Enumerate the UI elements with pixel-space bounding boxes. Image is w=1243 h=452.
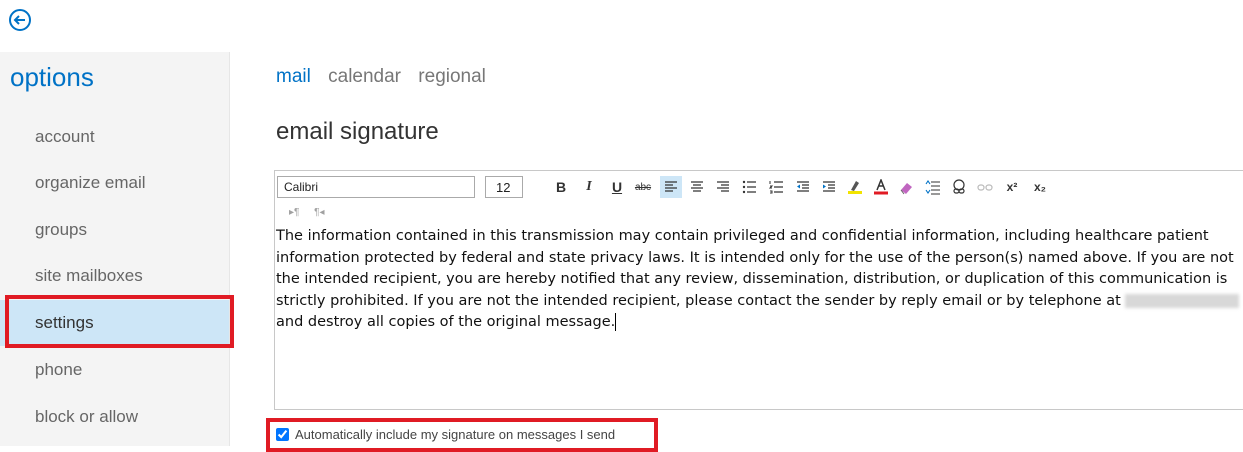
paragraph-spacing-icon[interactable] xyxy=(922,176,944,198)
clear-formatting-icon[interactable] xyxy=(896,176,918,198)
subscript-button[interactable]: x₂ xyxy=(1029,176,1051,198)
sidebar-item-phone[interactable]: phone xyxy=(0,347,229,393)
right-to-left-button[interactable]: ¶◂ xyxy=(314,207,324,218)
sidebar-divider xyxy=(229,52,230,446)
insert-link-icon[interactable] xyxy=(948,176,970,198)
section-title: email signature xyxy=(276,118,439,145)
formatting-toolbar: Calibri 12 B I U abc x² x₂ xyxy=(277,176,1243,200)
remove-link-icon[interactable] xyxy=(974,176,996,198)
numbered-list-icon[interactable] xyxy=(765,176,787,198)
text-caret xyxy=(615,313,617,331)
decrease-indent-icon[interactable] xyxy=(792,176,814,198)
tab-bar: mail calendar regional xyxy=(276,66,498,88)
align-center-icon[interactable] xyxy=(686,176,708,198)
back-arrow-icon[interactable] xyxy=(8,8,32,32)
left-to-right-button[interactable]: ▸¶ xyxy=(289,207,299,218)
highlight-color-icon[interactable] xyxy=(844,176,866,198)
signature-text-area[interactable]: The information contained in this transm… xyxy=(276,226,1243,334)
sidebar-item-settings[interactable]: settings xyxy=(0,300,229,346)
auto-include-label[interactable]: Automatically include my signature on me… xyxy=(295,427,615,442)
bold-button[interactable]: B xyxy=(550,176,572,198)
tab-mail[interactable]: mail xyxy=(276,66,311,88)
superscript-button[interactable]: x² xyxy=(1001,176,1023,198)
auto-include-row: Automatically include my signature on me… xyxy=(276,427,615,442)
sidebar-item-organize-email[interactable]: organize email xyxy=(0,160,229,206)
sidebar-title: options xyxy=(10,62,94,92)
tab-calendar[interactable]: calendar xyxy=(328,66,401,88)
sidebar-item-groups[interactable]: groups xyxy=(0,207,229,253)
font-color-icon[interactable] xyxy=(870,176,892,198)
signature-editor[interactable]: Calibri 12 B I U abc x² x₂ ▸¶ ¶◂ The inf… xyxy=(274,170,1243,410)
strikethrough-button[interactable]: abc xyxy=(632,176,654,198)
italic-button[interactable]: I xyxy=(578,176,600,198)
sidebar-item-block-or-allow[interactable]: block or allow xyxy=(0,394,229,440)
text-direction-row: ▸¶ ¶◂ xyxy=(289,207,337,218)
auto-include-checkbox[interactable] xyxy=(276,428,289,441)
font-size-select[interactable]: 12 xyxy=(485,176,523,198)
align-left-icon[interactable] xyxy=(660,176,682,198)
font-select[interactable]: Calibri xyxy=(277,176,475,198)
redacted-phone-number xyxy=(1125,293,1240,308)
underline-button[interactable]: U xyxy=(606,176,628,198)
bullet-list-icon[interactable] xyxy=(738,176,760,198)
signature-text: The information contained in this transm… xyxy=(276,228,1234,309)
sidebar-item-site-mailboxes[interactable]: site mailboxes xyxy=(0,253,229,299)
sidebar-item-account[interactable]: account xyxy=(0,114,229,160)
align-right-icon[interactable] xyxy=(712,176,734,198)
signature-text-end: and destroy all copies of the original m… xyxy=(276,314,616,330)
tab-regional[interactable]: regional xyxy=(418,66,486,88)
increase-indent-icon[interactable] xyxy=(818,176,840,198)
